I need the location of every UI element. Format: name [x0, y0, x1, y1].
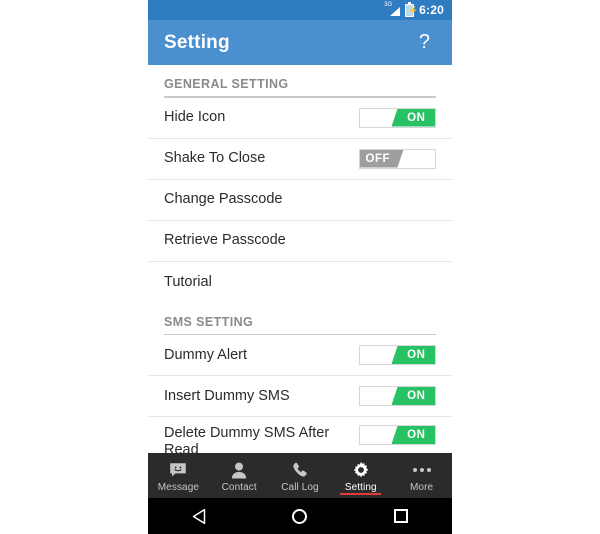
tab-message[interactable]: Message [148, 453, 209, 498]
setting-row-tutorial[interactable]: Tutorial [148, 262, 452, 303]
person-icon [231, 461, 247, 480]
recents-square-icon [394, 509, 409, 523]
row-label: Tutorial [164, 273, 212, 290]
toggle-delete-dummy-sms-after-read[interactable]: ON [359, 425, 436, 445]
dot [419, 468, 424, 472]
message-bubble-icon [169, 461, 187, 480]
toggle-dummy-alert[interactable]: ON [359, 345, 436, 365]
toggle-state-label: OFF [365, 152, 390, 165]
setting-row-change-passcode[interactable]: Change Passcode [148, 180, 452, 221]
row-label: Dummy Alert [164, 346, 247, 363]
tab-contact[interactable]: Contact [209, 453, 270, 498]
toggle-state-label: ON [407, 349, 426, 361]
tab-label: Message [157, 481, 200, 493]
phone-icon [291, 461, 308, 480]
status-bar-right: 3G ⚡ 6:20 [384, 1, 444, 17]
row-label: Retrieve Passcode [164, 232, 286, 248]
tab-label: Call Log [281, 481, 319, 493]
section-header-general: GENERAL SETTING [164, 77, 289, 91]
android-nav-bar [148, 498, 452, 534]
status-bar-clock: 6:20 [419, 3, 444, 17]
setting-row-dummy-alert[interactable]: Dummy Alert ON [148, 335, 452, 376]
tab-label: Contact [221, 481, 257, 493]
signal-3g-icon: 3G [384, 2, 401, 17]
battery-charging-icon: ⚡ [405, 1, 418, 17]
tab-setting[interactable]: Setting [330, 453, 391, 498]
nav-back-button[interactable] [171, 498, 227, 534]
status-bar: 3G ⚡ 6:20 [148, 0, 452, 20]
tab-call-log[interactable]: Call Log [270, 453, 331, 498]
back-triangle-icon [192, 508, 205, 524]
setting-row-retrieve-passcode[interactable]: Retrieve Passcode [148, 221, 452, 262]
toggle-state-label: ON [407, 429, 426, 441]
tab-label: Setting [344, 481, 377, 493]
row-label: Insert Dummy SMS [164, 387, 290, 404]
setting-row-insert-dummy-sms[interactable]: Insert Dummy SMS ON [148, 376, 452, 417]
toggle-state-label: ON [407, 111, 426, 124]
page-title: Setting [164, 31, 230, 53]
nav-recents-button[interactable] [373, 498, 429, 534]
row-label: Shake To Close [164, 150, 266, 166]
home-circle-icon [292, 508, 308, 524]
dot [412, 468, 417, 472]
help-icon[interactable]: ? [413, 29, 436, 56]
toggle-shake-to-close[interactable]: OFF [359, 148, 436, 169]
signal-bars-glyph [390, 6, 401, 16]
nav-home-button[interactable] [272, 498, 328, 534]
toggle-state-label: ON [407, 390, 426, 402]
phone-screen: 3G ⚡ 6:20 Setting ? GENERAL SETTING Hide… [148, 0, 452, 534]
setting-row-shake-to-close[interactable]: Shake To Close OFF [148, 139, 452, 180]
ellipsis-icon [412, 461, 431, 480]
bottom-tab-bar: Message Contact Call Log Setting More [148, 453, 452, 498]
gear-icon [352, 461, 370, 480]
app-bar: Setting ? [148, 20, 452, 65]
dot [426, 468, 431, 472]
setting-row-hide-icon[interactable]: Hide Icon ON [148, 98, 452, 139]
charging-bolt-glyph: ⚡ [408, 5, 419, 15]
toggle-insert-dummy-sms[interactable]: ON [359, 386, 436, 406]
toggle-hide-icon[interactable]: ON [359, 107, 436, 128]
row-label: Hide Icon [164, 109, 226, 125]
tab-label: More [409, 481, 434, 493]
row-label: Change Passcode [164, 191, 283, 207]
ellipsis-dots [412, 468, 431, 472]
tab-active-indicator [340, 492, 382, 495]
section-header-sms: SMS SETTING [164, 314, 254, 329]
tab-more[interactable]: More [391, 453, 452, 498]
